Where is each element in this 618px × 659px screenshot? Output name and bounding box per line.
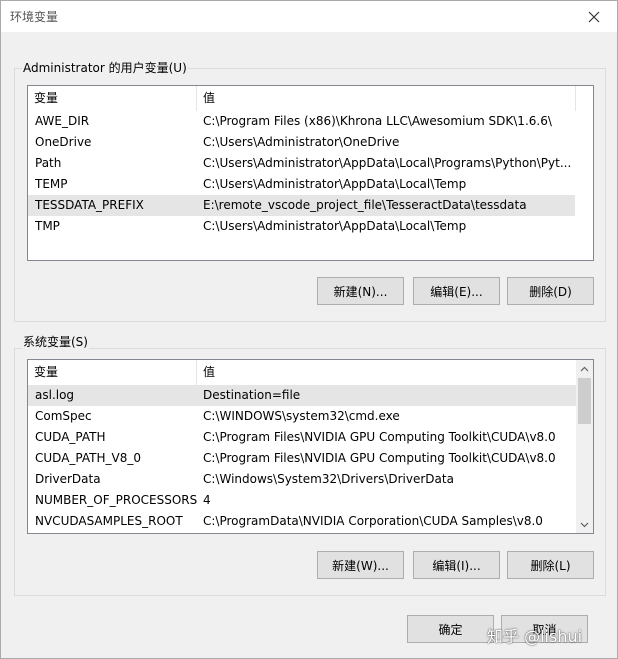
- system-edit-button[interactable]: 编辑(I)...: [413, 551, 500, 579]
- table-row[interactable]: AWE_DIR C:\Program Files (x86)\Khrona LL…: [28, 111, 575, 132]
- ok-button[interactable]: 确定: [407, 615, 494, 643]
- user-variables-header: 变量 值: [28, 86, 593, 111]
- system-variables-label: 系统变量(S): [22, 333, 89, 350]
- system-variables-header: 变量 值: [28, 360, 593, 385]
- table-row[interactable]: TEMP C:\Users\Administrator\AppData\Loca…: [28, 174, 575, 195]
- close-button[interactable]: [571, 1, 617, 32]
- table-row[interactable]: DriverData C:\Windows\System32\Drivers\D…: [28, 469, 576, 490]
- variable-value: C:\Users\Administrator\AppData\Local\Tem…: [203, 219, 467, 233]
- variable-name: CUDA_PATH: [35, 430, 106, 444]
- column-header-variable[interactable]: 变量: [28, 86, 196, 111]
- table-row[interactable]: NUMBER_OF_PROCESSORS 4: [28, 490, 576, 511]
- system-variables-list[interactable]: 变量 值 asl.log Destination=file ComSpec C:…: [27, 359, 594, 534]
- table-row[interactable]: CUDA_PATH_V8_0 C:\Program Files\NVIDIA G…: [28, 448, 576, 469]
- chevron-down-icon: [580, 522, 589, 527]
- table-row[interactable]: CUDA_PATH C:\Program Files\NVIDIA GPU Co…: [28, 427, 576, 448]
- table-row-selected[interactable]: TESSDATA_PREFIX E:\remote_vscode_project…: [28, 195, 575, 216]
- variable-name: TESSDATA_PREFIX: [35, 198, 144, 212]
- variable-value: E:\remote_vscode_project_file\TesseractD…: [203, 198, 527, 212]
- scroll-up-button[interactable]: [576, 360, 593, 377]
- variable-name: OneDrive: [35, 135, 92, 149]
- user-new-button[interactable]: 新建(N)...: [317, 277, 404, 305]
- variable-name: TEMP: [35, 177, 68, 191]
- cancel-button[interactable]: 取消: [501, 615, 588, 643]
- variable-name: Path: [35, 156, 62, 170]
- chevron-up-icon: [580, 366, 589, 371]
- table-row[interactable]: TMP C:\Users\Administrator\AppData\Local…: [28, 216, 575, 237]
- variable-name: ComSpec: [35, 409, 92, 423]
- scroll-down-button[interactable]: [576, 516, 593, 533]
- variable-value: Destination=file: [203, 388, 301, 402]
- table-row-selected[interactable]: asl.log Destination=file: [28, 385, 576, 406]
- user-variables-list[interactable]: 变量 值 AWE_DIR C:\Program Files (x86)\Khro…: [27, 85, 594, 261]
- variable-value: C:\Program Files\NVIDIA GPU Computing To…: [203, 451, 556, 465]
- vertical-scrollbar[interactable]: [576, 360, 593, 533]
- table-row[interactable]: ComSpec C:\WINDOWS\system32\cmd.exe: [28, 406, 576, 427]
- user-edit-button[interactable]: 编辑(E)...: [413, 277, 500, 305]
- close-icon: [588, 11, 600, 22]
- system-new-button[interactable]: 新建(W)...: [317, 551, 404, 579]
- scroll-thumb[interactable]: [578, 378, 591, 424]
- column-header-value[interactable]: 值: [197, 360, 575, 385]
- system-delete-button[interactable]: 删除(L): [507, 551, 594, 579]
- column-header-variable[interactable]: 变量: [28, 360, 196, 385]
- table-row[interactable]: NVCUDASAMPLES_ROOT C:\ProgramData\NVIDIA…: [28, 511, 576, 532]
- user-delete-button[interactable]: 删除(D): [507, 277, 594, 305]
- variable-name: DriverData: [35, 472, 101, 486]
- variable-value: C:\Program Files\NVIDIA GPU Computing To…: [203, 430, 556, 444]
- variable-value: C:\Windows\System32\Drivers\DriverData: [203, 472, 454, 486]
- variable-value: 4: [203, 493, 211, 507]
- variable-value: C:\Users\Administrator\AppData\Local\Tem…: [203, 177, 467, 191]
- variable-name: NVCUDASAMPLES_ROOT: [35, 514, 183, 528]
- table-row[interactable]: Path C:\Users\Administrator\AppData\Loca…: [28, 153, 575, 174]
- variable-value: C:\Users\Administrator\AppData\Local\Pro…: [203, 156, 572, 170]
- column-divider[interactable]: [575, 86, 576, 111]
- column-header-value[interactable]: 值: [197, 86, 575, 111]
- variable-value: C:\Users\Administrator\OneDrive: [203, 135, 400, 149]
- variable-value: C:\WINDOWS\system32\cmd.exe: [203, 409, 400, 423]
- variable-name: NUMBER_OF_PROCESSORS: [35, 493, 198, 507]
- variable-name: asl.log: [35, 388, 75, 402]
- table-row[interactable]: OneDrive C:\Users\Administrator\OneDrive: [28, 132, 575, 153]
- variable-value: C:\Program Files (x86)\Khrona LLC\Awesom…: [203, 114, 552, 128]
- environment-variables-dialog: 环境变量 Administrator 的用户变量(U) 变量 值 AWE_DIR…: [0, 0, 618, 659]
- variable-value: C:\ProgramData\NVIDIA Corporation\CUDA S…: [203, 514, 543, 528]
- variable-name: CUDA_PATH_V8_0: [35, 451, 141, 465]
- user-variables-label: Administrator 的用户变量(U): [22, 59, 188, 76]
- variable-name: TMP: [35, 219, 60, 233]
- variable-name: AWE_DIR: [35, 114, 90, 128]
- window-title: 环境变量: [10, 10, 59, 24]
- title-bar[interactable]: 环境变量: [1, 1, 617, 32]
